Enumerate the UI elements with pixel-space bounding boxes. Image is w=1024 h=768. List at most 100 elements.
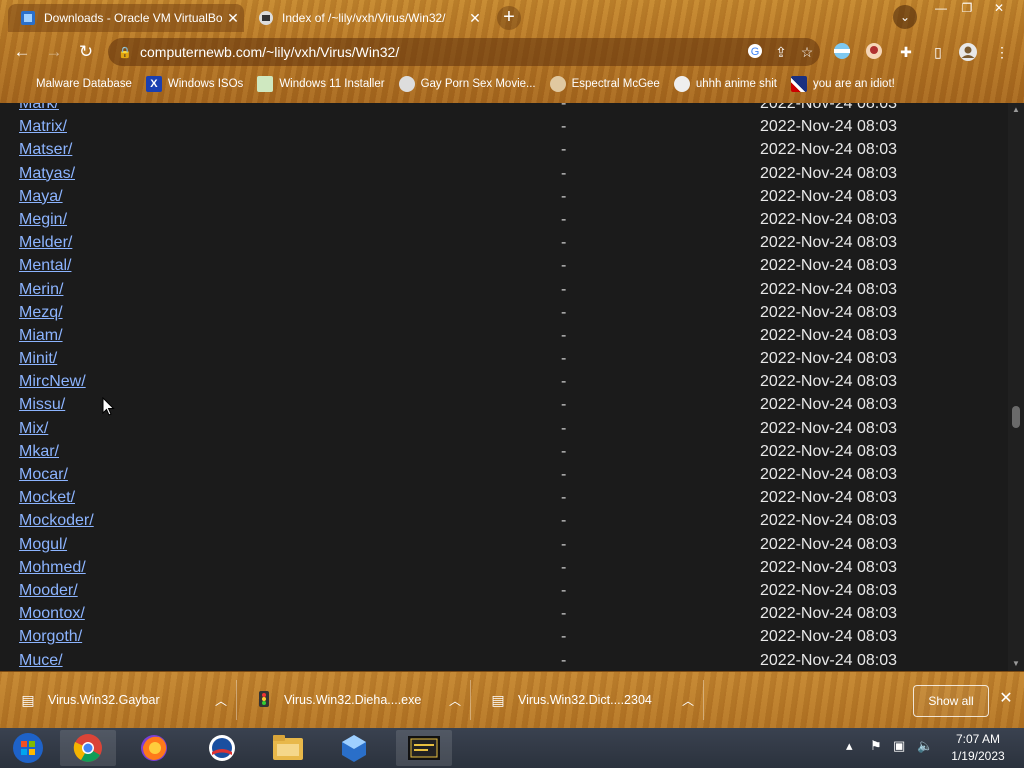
chevron-up-icon[interactable]: ︿ xyxy=(673,692,703,709)
address-url[interactable]: computernewb.com/~lily/vxh/Virus/Win32/ xyxy=(140,44,742,60)
date-cell: 2022-Nov-24 08:03 xyxy=(760,103,897,112)
tab-index-of-win32[interactable]: Index of /~lily/vxh/Virus/Win32/ ✕ xyxy=(246,4,486,32)
bookmark-label: Windows 11 Installer xyxy=(279,78,385,90)
directory-link[interactable]: Mental/ xyxy=(19,257,71,275)
warning-program-taskbar-icon[interactable] xyxy=(396,730,452,766)
directory-link[interactable]: Mocar/ xyxy=(19,466,68,484)
extensions-puzzle-icon[interactable]: ✚ xyxy=(896,42,916,62)
table-row: Minit/ - 2022-Nov-24 08:03 xyxy=(8,347,1000,370)
directory-link[interactable]: Mohmed/ xyxy=(19,559,86,577)
menu-kebab-icon[interactable]: ⋮ xyxy=(992,42,1012,62)
firefox-taskbar-icon[interactable] xyxy=(126,730,182,766)
obama-logo-taskbar-icon[interactable] xyxy=(194,730,250,766)
directory-link[interactable]: Mockoder/ xyxy=(19,512,94,530)
file-explorer-taskbar-icon[interactable] xyxy=(260,730,316,766)
directory-link[interactable]: Minit/ xyxy=(19,350,57,368)
google-lens-icon[interactable]: G xyxy=(742,43,768,62)
new-tab-plus-icon[interactable]: + xyxy=(497,6,521,30)
directory-link[interactable]: Maya/ xyxy=(19,188,63,206)
size-cell: - xyxy=(561,396,567,414)
reload-icon[interactable]: ↻ xyxy=(74,41,98,63)
bookmark-uhhh-anime[interactable]: uhhh anime shit xyxy=(673,76,777,92)
bookmark-you-are-an-idiot[interactable]: you are an idiot! xyxy=(791,76,895,92)
extension-flag-icon[interactable] xyxy=(832,42,852,62)
tray-expand-icon[interactable]: ▴ xyxy=(846,738,853,754)
date-cell: 2022-Nov-24 08:03 xyxy=(760,234,897,252)
directory-link[interactable]: Mkar/ xyxy=(19,443,59,461)
date-cell: 2022-Nov-24 08:03 xyxy=(760,303,897,321)
download-item-gaybar[interactable]: ▤ Virus.Win32.Gaybar ︿ xyxy=(0,680,237,720)
bookmark-espectral-mcgee[interactable]: Espectral McGee xyxy=(549,76,660,92)
back-arrow-icon[interactable]: ← xyxy=(10,41,34,63)
size-cell: - xyxy=(561,419,567,437)
directory-link[interactable]: Melder/ xyxy=(19,234,72,252)
directory-link[interactable]: Megin/ xyxy=(19,211,67,229)
extension-avatar-icon[interactable] xyxy=(864,42,884,62)
scroll-down-arrow-icon[interactable]: ▼ xyxy=(1008,659,1024,668)
window-close-icon[interactable]: ✕ xyxy=(984,0,1014,18)
scroll-up-arrow-icon[interactable]: ▲ xyxy=(1008,105,1024,114)
bookmark-site-4[interactable]: Gay Porn Sex Movie... xyxy=(398,76,536,92)
forward-arrow-icon[interactable]: → xyxy=(42,41,66,63)
tab-search-chevron-icon[interactable]: ⌄ xyxy=(893,5,917,29)
mouse-cursor-icon xyxy=(102,397,115,416)
profile-icon[interactable] xyxy=(958,42,978,62)
tab-close-icon[interactable]: ✕ xyxy=(464,10,486,27)
directory-link[interactable]: Mogul/ xyxy=(19,536,67,554)
share-icon[interactable]: ⇪ xyxy=(768,44,794,61)
restore-icon[interactable]: ❐ xyxy=(952,0,982,18)
directory-link[interactable]: Miam/ xyxy=(19,327,63,345)
volume-icon[interactable]: 🔈 xyxy=(917,738,933,754)
address-bar[interactable]: 🔒 computernewb.com/~lily/vxh/Virus/Win32… xyxy=(108,38,820,66)
directory-link[interactable]: Matrix/ xyxy=(19,118,67,136)
chevron-up-icon[interactable]: ︿ xyxy=(206,692,236,709)
page-scrollbar[interactable]: ▲ ▼ xyxy=(1008,103,1024,671)
directory-link[interactable]: Matser/ xyxy=(19,141,72,159)
directory-link[interactable]: Morgoth/ xyxy=(19,628,82,646)
system-clock[interactable]: 7:07 AM 1/19/2023 xyxy=(940,731,1016,765)
bookmark-star-icon[interactable]: ☆ xyxy=(794,44,820,61)
download-item-diehard[interactable]: Virus.Win32.Dieha....exe ︿ xyxy=(236,680,471,720)
scrollbar-thumb[interactable] xyxy=(1012,406,1020,428)
close-downloads-icon[interactable]: ✕ xyxy=(996,689,1016,709)
action-center-flag-icon[interactable]: ⚑ xyxy=(870,738,882,754)
page-viewport: Mark/ - 2022-Nov-24 08:03 Matrix/ - 2022-Nov-… xyxy=(8,103,1000,671)
directory-link[interactable]: Missu/ xyxy=(19,396,65,414)
windows-taskbar: ▴ ⚑ ▣ 🔈 7:07 AM 1/19/2023 xyxy=(0,728,1024,768)
table-row: Mogul/ - 2022-Nov-24 08:03 xyxy=(8,533,1000,556)
network-icon[interactable]: ▣ xyxy=(893,738,905,754)
chrome-taskbar-icon[interactable] xyxy=(60,730,116,766)
x-logo-icon: X xyxy=(145,76,162,92)
date-cell: 2022-Nov-24 08:03 xyxy=(760,512,897,530)
bookmark-label: Espectral McGee xyxy=(571,78,660,90)
directory-link[interactable]: Muce/ xyxy=(19,652,63,670)
size-cell: - xyxy=(561,326,567,344)
tab-close-icon[interactable]: ✕ xyxy=(222,10,244,27)
size-cell: - xyxy=(561,373,567,391)
directory-link[interactable]: Matyas/ xyxy=(19,165,75,183)
traffic-light-icon xyxy=(256,690,272,710)
folder-icon xyxy=(14,76,30,92)
table-row: Merin/ - 2022-Nov-24 08:03 xyxy=(8,278,1000,301)
directory-link[interactable]: Moontox/ xyxy=(19,605,85,623)
directory-link[interactable]: Mocket/ xyxy=(19,489,75,507)
directory-link[interactable]: Mark/ xyxy=(19,103,59,113)
start-orb-icon[interactable] xyxy=(0,730,56,766)
tab-virtualbox-downloads[interactable]: Downloads - Oracle VM VirtualBox ✕ xyxy=(8,4,244,32)
directory-link[interactable]: Merin/ xyxy=(19,281,63,299)
directory-link[interactable]: Mezq/ xyxy=(19,304,63,322)
directory-link[interactable]: Mooder/ xyxy=(19,582,78,600)
download-item-dict[interactable]: ▤ Virus.Win32.Dict....2304 ︿ xyxy=(470,680,704,720)
bookmark-windows-isos[interactable]: X Windows ISOs xyxy=(145,76,243,92)
directory-link[interactable]: Mix/ xyxy=(19,420,48,438)
show-all-button[interactable]: Show all xyxy=(913,685,989,717)
virtualbox-taskbar-icon[interactable] xyxy=(326,730,382,766)
chevron-up-icon[interactable]: ︿ xyxy=(440,692,470,709)
downloads-bar: ▤ Virus.Win32.Gaybar ︿ Virus.Win32.Dieha… xyxy=(0,671,1024,728)
bookmark-malware-database[interactable]: Malware Database xyxy=(14,76,132,92)
virtualbox-favicon-icon xyxy=(21,11,35,25)
side-panel-icon[interactable]: ▯ xyxy=(928,42,948,62)
directory-link[interactable]: MircNew/ xyxy=(19,373,86,391)
bookmark-windows-11-installer[interactable]: Windows 11 Installer xyxy=(257,76,385,92)
lock-icon[interactable]: 🔒 xyxy=(118,46,134,59)
